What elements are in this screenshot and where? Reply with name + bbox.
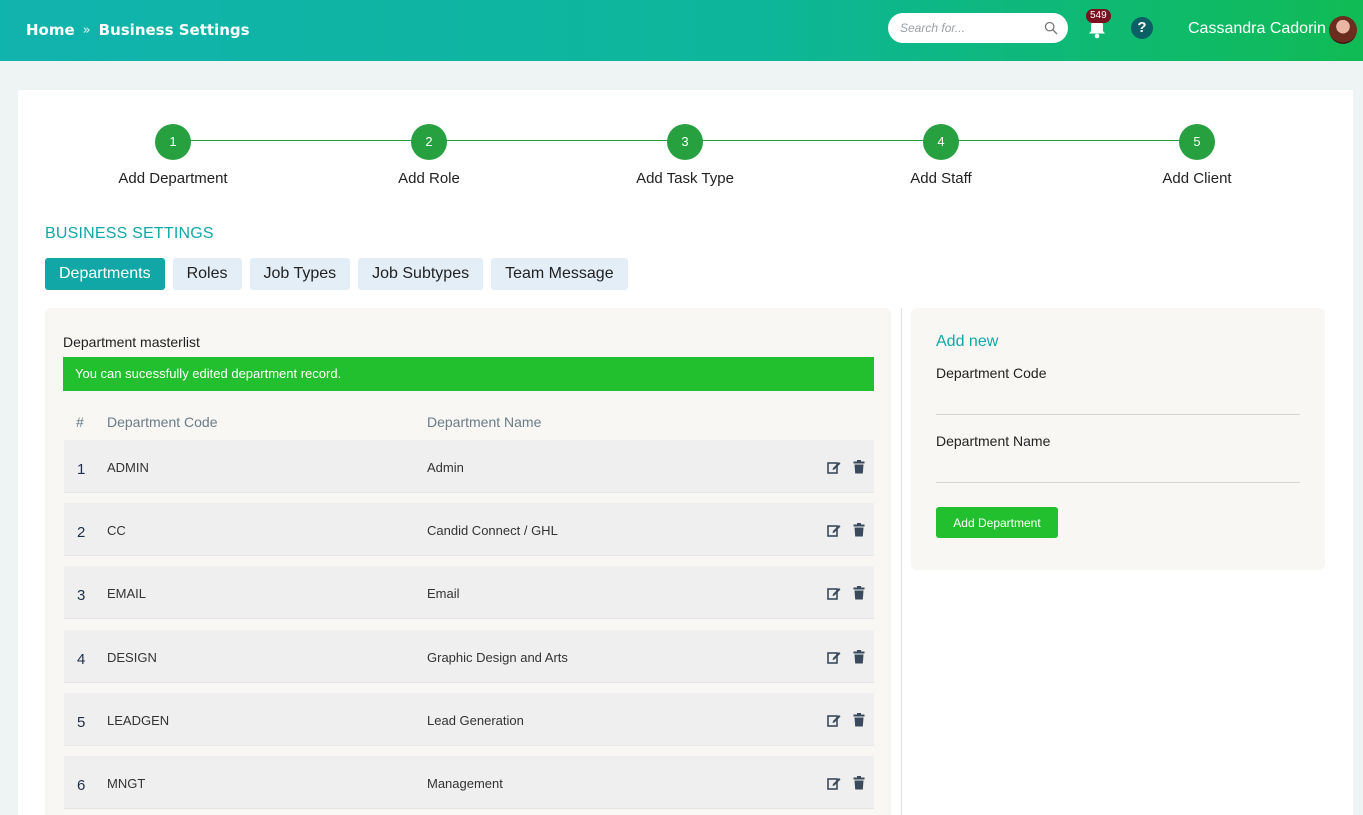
department-name: Lead Generation xyxy=(427,713,524,728)
top-bar: Home » Business Settings 549 ? Cassandra… xyxy=(0,0,1363,61)
edit-icon[interactable] xyxy=(827,650,841,664)
column-header-code[interactable]: Department Code xyxy=(107,414,218,430)
success-alert: You can sucessfully edited department re… xyxy=(63,357,874,391)
department-name: Candid Connect / GHL xyxy=(427,523,558,538)
step-add-role[interactable]: 2 Add Role xyxy=(349,124,509,187)
table-row: 3 EMAIL Email xyxy=(64,566,874,619)
step-label: Add Client xyxy=(1162,170,1232,187)
edit-icon[interactable] xyxy=(827,523,841,537)
row-number: 1 xyxy=(77,461,86,478)
department-code: DESIGN xyxy=(107,650,157,665)
department-name: Graphic Design and Arts xyxy=(427,650,568,665)
breadcrumb: Home » Business Settings xyxy=(26,21,250,39)
edit-icon[interactable] xyxy=(827,776,841,790)
department-name: Admin xyxy=(427,460,464,475)
department-code: LEADGEN xyxy=(107,713,170,728)
user-name[interactable]: Cassandra Cadorin xyxy=(1188,20,1326,38)
step-number: 1 xyxy=(155,124,191,160)
step-label: Add Task Type xyxy=(636,170,734,187)
step-label: Add Department xyxy=(118,170,228,187)
department-masterlist-panel: Department masterlist You can sucessfull… xyxy=(45,308,891,815)
section-title: BUSINESS SETTINGS xyxy=(45,225,214,242)
setup-stepper: 1 Add Department 2 Add Role 3 Add Task T… xyxy=(18,106,1353,187)
edit-icon[interactable] xyxy=(827,460,841,474)
row-number: 3 xyxy=(77,587,86,604)
department-name: Email xyxy=(427,586,460,601)
table-row: 1 ADMIN Admin xyxy=(64,440,874,493)
tab-roles[interactable]: Roles xyxy=(172,258,242,290)
breadcrumb-current: Business Settings xyxy=(98,21,250,39)
table-row: 4 DESIGN Graphic Design and Arts xyxy=(64,630,874,683)
tab-job-subtypes[interactable]: Job Subtypes xyxy=(358,258,484,290)
settings-tabs: Departments Roles Job Types Job Subtypes… xyxy=(45,258,628,290)
trash-icon[interactable] xyxy=(852,460,866,474)
trash-icon[interactable] xyxy=(852,713,866,727)
tab-job-types[interactable]: Job Types xyxy=(249,258,351,290)
notification-badge: 549 xyxy=(1086,9,1111,23)
panel-divider xyxy=(901,308,902,815)
help-icon[interactable]: ? xyxy=(1131,17,1153,39)
step-label: Add Staff xyxy=(910,170,972,187)
edit-icon[interactable] xyxy=(827,713,841,727)
column-header-name[interactable]: Department Name xyxy=(427,414,541,430)
row-number: 4 xyxy=(77,651,86,668)
department-code: MNGT xyxy=(107,776,146,791)
search-icon[interactable] xyxy=(1044,21,1058,35)
department-name: Management xyxy=(427,776,503,791)
department-code: EMAIL xyxy=(107,586,147,601)
step-number: 4 xyxy=(923,124,959,160)
row-number: 5 xyxy=(77,714,86,731)
table-row: 5 LEADGEN Lead Generation xyxy=(64,693,874,746)
trash-icon[interactable] xyxy=(852,776,866,790)
step-add-task-type[interactable]: 3 Add Task Type xyxy=(605,124,765,187)
tab-team-message[interactable]: Team Message xyxy=(491,258,628,290)
add-department-form: Add new Department Code Department Name … xyxy=(911,308,1325,570)
department-name-field[interactable] xyxy=(936,455,1300,483)
step-number: 2 xyxy=(411,124,447,160)
department-code-field[interactable] xyxy=(936,387,1300,415)
panel-title: Department masterlist xyxy=(63,334,200,350)
step-number: 5 xyxy=(1179,124,1215,160)
table-row: 6 MNGT Management xyxy=(64,756,874,809)
trash-icon[interactable] xyxy=(852,523,866,537)
step-number: 3 xyxy=(667,124,703,160)
trash-icon[interactable] xyxy=(852,650,866,664)
department-code: CC xyxy=(107,523,126,538)
department-code: ADMIN xyxy=(107,460,149,475)
search-box[interactable] xyxy=(888,13,1068,43)
search-input[interactable] xyxy=(900,21,1038,35)
department-code-label: Department Code xyxy=(936,365,1047,381)
add-department-button[interactable]: Add Department xyxy=(936,507,1058,538)
breadcrumb-separator: » xyxy=(82,22,91,38)
step-add-staff[interactable]: 4 Add Staff xyxy=(861,124,1021,187)
table-row: 2 CC Candid Connect / GHL xyxy=(64,503,874,556)
step-label: Add Role xyxy=(398,170,460,187)
avatar[interactable] xyxy=(1329,16,1357,44)
breadcrumb-home[interactable]: Home xyxy=(26,21,75,39)
edit-icon[interactable] xyxy=(827,586,841,600)
step-add-department[interactable]: 1 Add Department xyxy=(93,124,253,187)
department-name-label: Department Name xyxy=(936,433,1051,449)
trash-icon[interactable] xyxy=(852,586,866,600)
step-add-client[interactable]: 5 Add Client xyxy=(1117,124,1277,187)
main-card: 1 Add Department 2 Add Role 3 Add Task T… xyxy=(18,90,1353,815)
column-header-number: # xyxy=(76,414,84,430)
row-number: 2 xyxy=(77,524,86,541)
row-number: 6 xyxy=(77,777,86,794)
tab-departments[interactable]: Departments xyxy=(45,258,165,290)
form-title: Add new xyxy=(936,333,999,350)
